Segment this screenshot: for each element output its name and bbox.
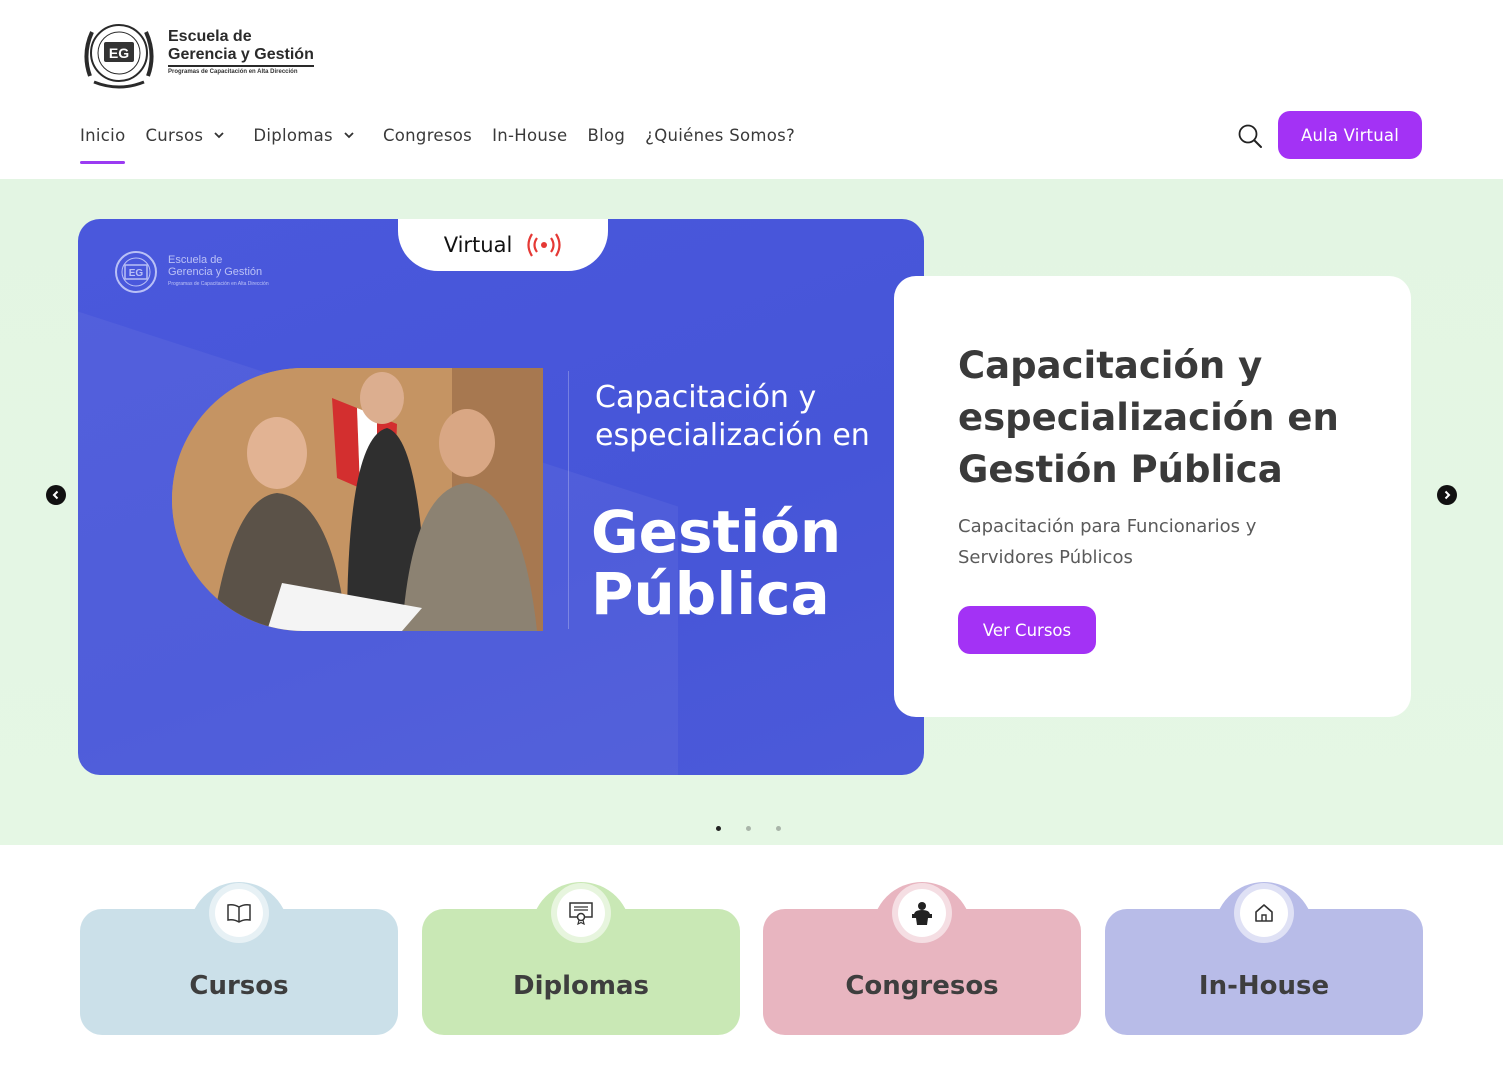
certificate-icon <box>557 889 605 937</box>
slide-logo: EG Escuela de Gerencia y Gestión Program… <box>110 247 269 297</box>
nav-item-diplomas[interactable]: Diplomas <box>253 120 355 150</box>
category-label: In-House <box>1198 971 1330 1001</box>
nav-item-inicio[interactable]: Inicio <box>80 120 126 164</box>
category-label: Congresos <box>845 971 999 1001</box>
logo-text: Escuela de Gerencia y Gestión Programas … <box>168 28 314 75</box>
nav-item-congresos[interactable]: Congresos <box>383 120 472 150</box>
nav-item-in-house[interactable]: In-House <box>492 120 567 150</box>
book-open-icon <box>215 889 263 937</box>
carousel-dot-2[interactable] <box>746 826 751 831</box>
carousel-next-button[interactable] <box>1437 485 1457 505</box>
logo-tagline: Programas de Capacitación en Alta Direcc… <box>168 68 298 75</box>
slide-heading: Capacitación y especialización en <box>595 380 870 453</box>
category-label: Cursos <box>189 971 289 1001</box>
ver-cursos-button[interactable]: Ver Cursos <box>958 606 1096 654</box>
category-card-cursos[interactable]: Cursos <box>80 882 398 1035</box>
hero-carousel: Virtual EG Escuela de Gerencia y Gestión… <box>0 179 1503 845</box>
nav-item-blog[interactable]: Blog <box>587 120 625 150</box>
search-icon[interactable] <box>1236 122 1264 150</box>
svg-text:EG: EG <box>109 45 129 61</box>
hero-subtitle: Capacitación para Funcionarios y Servido… <box>958 516 1257 568</box>
hero-info-card: Capacitación y especialización en Gestió… <box>894 276 1411 717</box>
nav-label: ¿Quiénes Somos? <box>645 125 796 145</box>
logo-line2: Gerencia y Gestión <box>168 46 314 67</box>
site-header: EG Escuela de Gerencia y Gestión Program… <box>0 0 1503 179</box>
chevron-down-icon <box>344 132 354 139</box>
slide-logo-tagline: Programas de Capacitación en Alta Direcc… <box>168 281 269 287</box>
chevron-down-icon <box>214 132 224 139</box>
nav-label: Blog <box>587 125 626 145</box>
speaker-icon <box>898 889 946 937</box>
nav-item-quienes-somos[interactable]: ¿Quiénes Somos? <box>645 120 795 150</box>
nav-item-cursos[interactable]: Cursos <box>145 120 225 150</box>
home-icon <box>1240 889 1288 937</box>
carousel-dots <box>716 826 806 831</box>
aula-virtual-button[interactable]: Aula Virtual <box>1278 111 1422 159</box>
logo-seal: EG <box>80 16 158 90</box>
slide-logo-line2: Gerencia y Gestión <box>168 266 263 278</box>
category-card-congresos[interactable]: Congresos <box>763 882 1081 1035</box>
nav-label: Cursos <box>145 125 204 145</box>
carousel-dot-1[interactable] <box>716 826 721 831</box>
chevron-left-icon <box>52 490 59 500</box>
svg-text:EG: EG <box>129 268 144 279</box>
chevron-right-icon <box>1444 490 1451 500</box>
slide-divider <box>568 371 569 629</box>
slide-logo-line1: Escuela de <box>168 254 223 266</box>
nav-label: Inicio <box>80 125 126 145</box>
virtual-badge: Virtual <box>398 219 608 271</box>
carousel-dot-3[interactable] <box>776 826 781 831</box>
slide-banner: Virtual EG Escuela de Gerencia y Gestión… <box>78 219 924 775</box>
logo[interactable]: EG Escuela de Gerencia y Gestión Program… <box>80 16 340 90</box>
category-card-diplomas[interactable]: Diplomas <box>422 882 740 1035</box>
carousel-prev-button[interactable] <box>46 485 66 505</box>
logo-line1: Escuela de <box>168 27 252 45</box>
live-broadcast-icon <box>527 233 561 257</box>
nav-label: Congresos <box>382 125 473 145</box>
slide-big-title: Gestión Pública <box>591 498 842 628</box>
category-card-in-house[interactable]: In-House <box>1105 882 1423 1035</box>
officials-meeting-photo <box>172 368 543 631</box>
category-label: Diplomas <box>513 971 649 1001</box>
nav-label: Diplomas <box>253 125 333 145</box>
nav-label: In-House <box>492 125 568 145</box>
virtual-label: Virtual <box>443 233 513 257</box>
main-nav: Inicio Cursos Diplomas Congresos In-Hous… <box>80 120 815 166</box>
hero-title: Capacitación y especialización en Gestió… <box>958 344 1339 491</box>
